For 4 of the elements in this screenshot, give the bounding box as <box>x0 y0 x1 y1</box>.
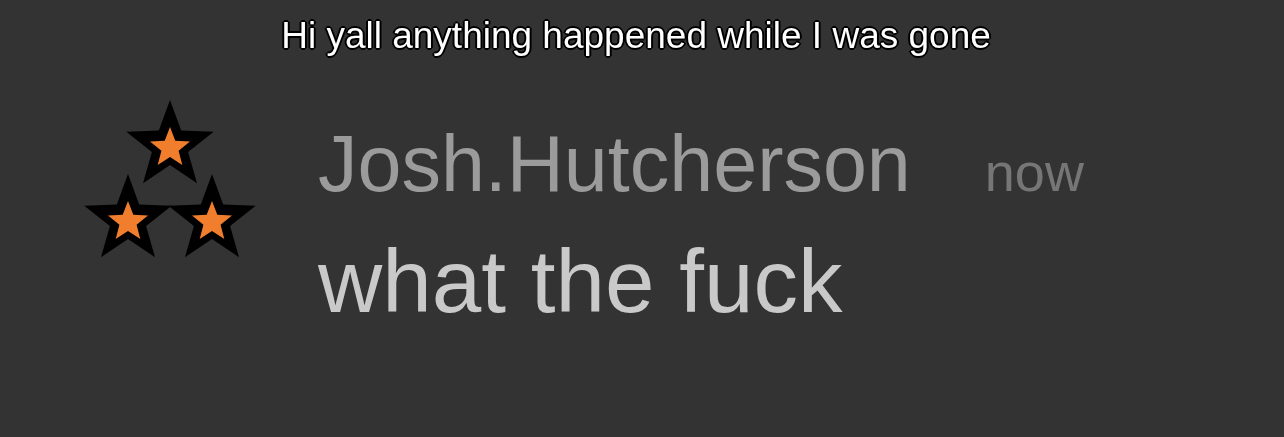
message-text: what the fuck <box>318 237 844 326</box>
username: Josh.Hutcherson <box>318 124 911 203</box>
caption-text: Hi yall anything happened while I was gone <box>281 15 991 56</box>
timestamp: now <box>984 145 1084 199</box>
